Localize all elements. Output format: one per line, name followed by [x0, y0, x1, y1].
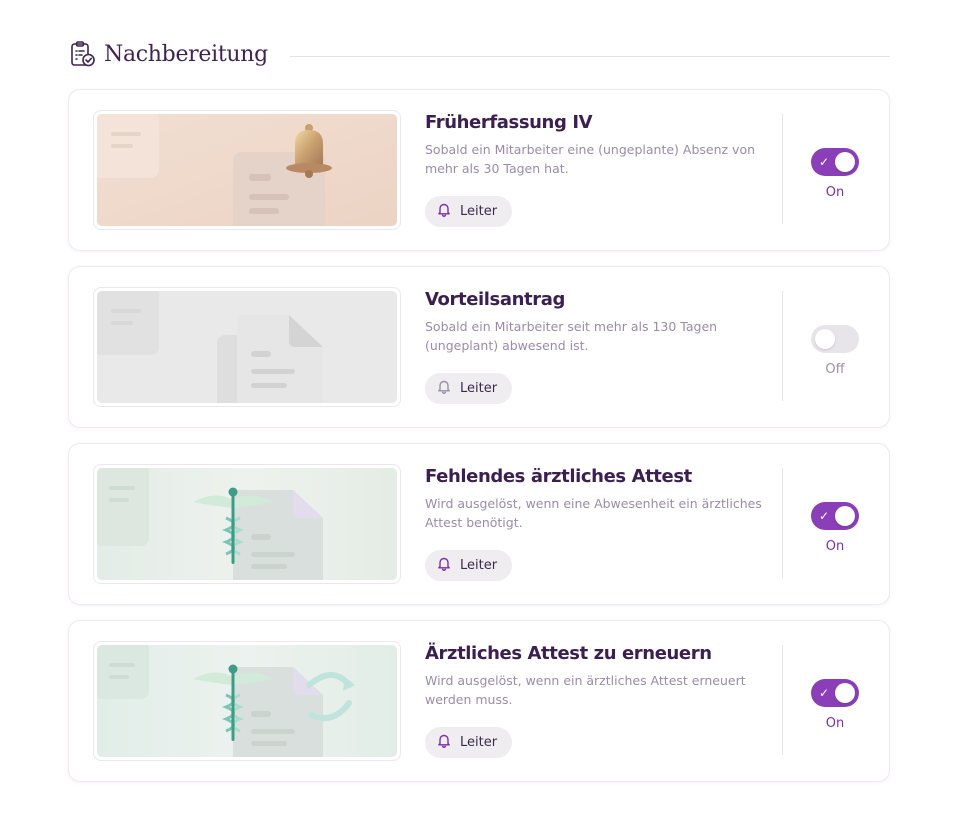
rule-illustration: [93, 110, 401, 230]
rule-title: Früherfassung IV: [425, 112, 593, 133]
card-divider: [782, 468, 783, 578]
rule-description: Sobald ein Mitarbeiter eine (ungeplante)…: [425, 142, 756, 176]
rule-title: Vorteilsantrag: [425, 289, 565, 310]
section-header: Nachbereitung: [68, 36, 890, 72]
rule-card-fehlendes-attest: Fehlendes ärztliches Attest Wird ausgelö…: [68, 443, 890, 605]
bell-icon: [437, 379, 451, 398]
toggle-group: ✓ On: [811, 148, 859, 200]
recipient-chip-leiter[interactable]: Leiter: [425, 550, 513, 581]
rule-toggle[interactable]: [811, 325, 859, 353]
clipboard-check-icon: [68, 39, 98, 69]
toggle-group: ✓ On: [811, 679, 859, 731]
chip-label: Leiter: [460, 204, 498, 219]
rule-title: Ärztliches Attest zu erneuern: [425, 643, 712, 664]
bell-document-illustration: [97, 114, 397, 226]
recipient-chip-leiter[interactable]: Leiter: [425, 727, 513, 758]
chip-label: Leiter: [460, 558, 498, 573]
card-divider: [782, 291, 783, 401]
toggle-knob: [835, 152, 855, 172]
documents-illustration: [97, 291, 397, 403]
section-divider: [289, 55, 890, 57]
chip-label: Leiter: [460, 735, 498, 750]
recipient-chip-leiter[interactable]: Leiter: [425, 196, 513, 227]
rule-toggle[interactable]: ✓: [811, 148, 859, 176]
bell-icon: [437, 556, 451, 575]
check-icon: ✓: [819, 509, 830, 523]
card-divider: [782, 645, 783, 755]
rule-card-vorteilsantrag: Vorteilsantrag Sobald ein Mitarbeiter se…: [68, 266, 890, 428]
recipient-chip-leiter[interactable]: Leiter: [425, 373, 513, 404]
rule-description: Wird ausgelöst, wenn eine Abwesenheit ei…: [425, 496, 762, 530]
rule-card-attest-erneuern: Ärztliches Attest zu erneuern Wird ausge…: [68, 620, 890, 782]
toggle-knob: [815, 329, 835, 349]
toggle-group: Off: [811, 325, 859, 377]
caduceus-document-illustration: [97, 468, 397, 580]
check-icon: ✓: [819, 155, 830, 169]
toggle-state-label: Off: [825, 362, 845, 377]
rule-illustration: [93, 287, 401, 407]
card-divider: [782, 114, 783, 224]
rule-toggle[interactable]: ✓: [811, 502, 859, 530]
caduceus-refresh-illustration: [97, 645, 397, 757]
check-icon: ✓: [819, 686, 830, 700]
rule-illustration: [93, 464, 401, 584]
rule-illustration: [93, 641, 401, 761]
bell-icon: [437, 202, 451, 221]
toggle-state-label: On: [825, 716, 845, 731]
section-title: Nachbereitung: [104, 41, 268, 67]
toggle-knob: [835, 506, 855, 526]
bell-icon: [437, 733, 451, 752]
rule-toggle[interactable]: ✓: [811, 679, 859, 707]
toggle-group: ✓ On: [811, 502, 859, 554]
toggle-state-label: On: [825, 539, 845, 554]
chip-label: Leiter: [460, 381, 498, 396]
rule-card-frueherfassung: Früherfassung IV Sobald ein Mitarbeiter …: [68, 89, 890, 251]
toggle-state-label: On: [825, 185, 845, 200]
rule-description: Sobald ein Mitarbeiter seit mehr als 130…: [425, 319, 718, 353]
rule-title: Fehlendes ärztliches Attest: [425, 466, 692, 487]
rule-description: Wird ausgelöst, wenn ein ärztliches Atte…: [425, 673, 746, 707]
toggle-knob: [835, 683, 855, 703]
